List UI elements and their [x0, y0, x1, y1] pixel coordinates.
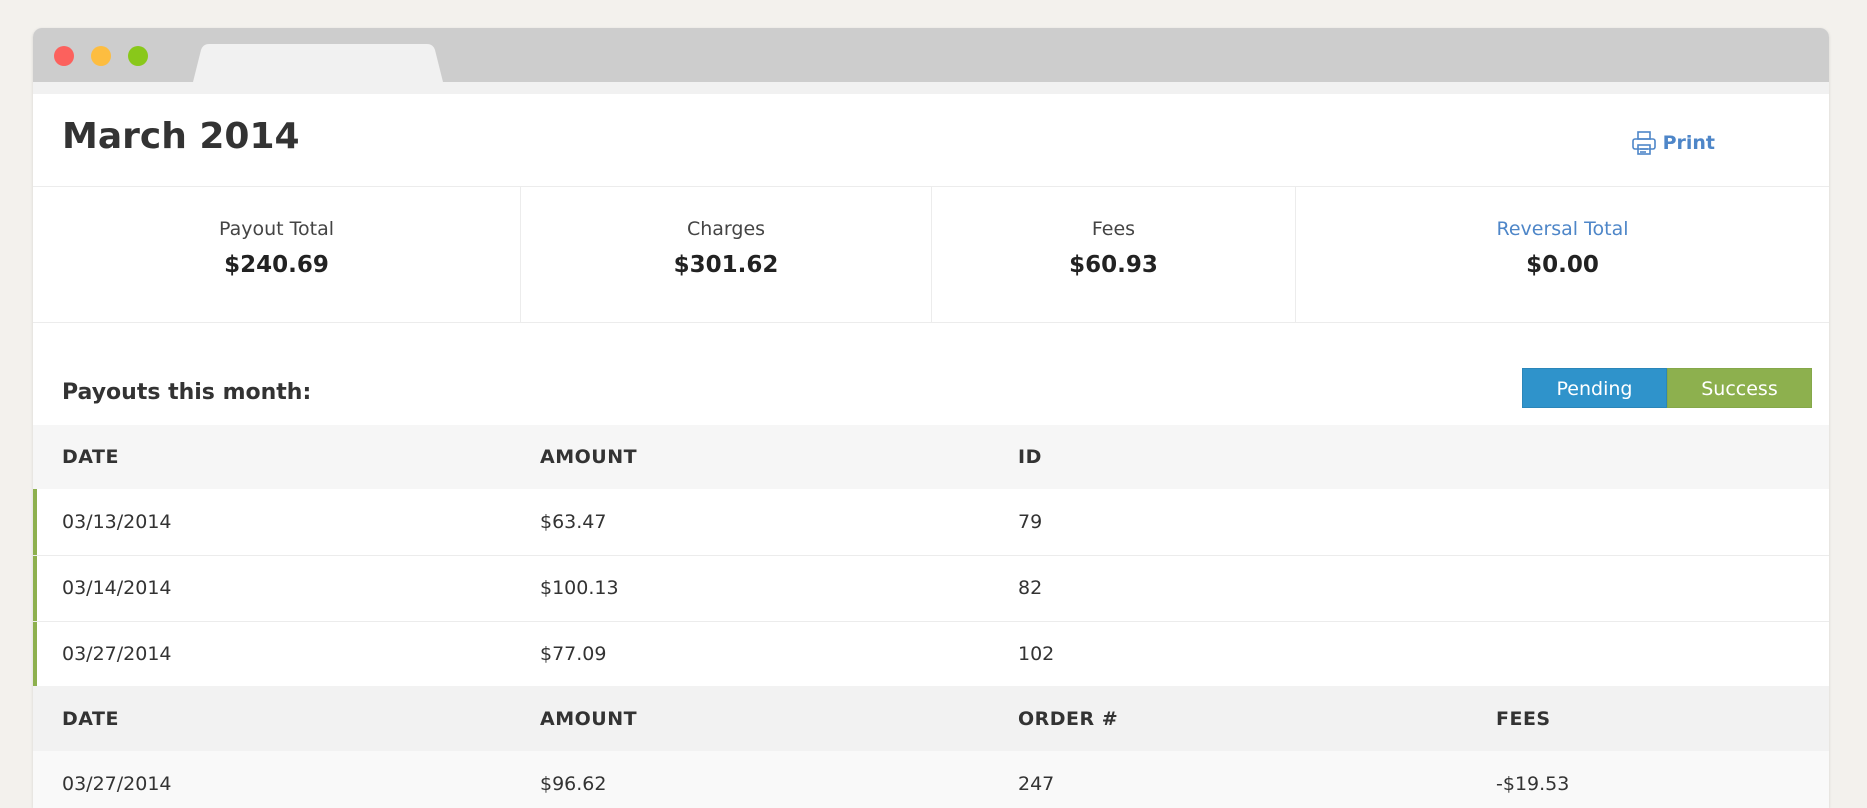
column-header-date[interactable]: DATE — [33, 686, 511, 751]
summary-value: $240.69 — [224, 252, 329, 278]
table-row[interactable]: 03/13/2014 $63.47 79 — [33, 489, 1829, 555]
table-header-row: DATE AMOUNT ORDER # FEES — [33, 686, 1829, 751]
summary-label: Charges — [686, 218, 766, 240]
browser-tab[interactable] — [193, 44, 443, 82]
cell-id: 82 — [1018, 577, 1043, 599]
page-header: March 2014 Print — [33, 94, 1829, 187]
table-row[interactable]: 03/14/2014 $100.13 82 — [33, 555, 1829, 621]
printer-icon — [1631, 130, 1657, 156]
summary-reversal-total: Reversal Total $0.00 — [1295, 186, 1829, 322]
print-label: Print — [1662, 132, 1715, 154]
table-row[interactable]: 03/27/2014 $96.62 247 -$19.53 — [33, 751, 1829, 808]
cell-amount: $77.09 — [540, 643, 607, 665]
summary-label: Payout Total — [218, 218, 335, 240]
cell-date: 03/27/2014 — [33, 621, 511, 687]
summary-charges: Charges $301.62 — [520, 186, 931, 322]
cell-date: 03/13/2014 — [33, 489, 511, 555]
payouts-table: DATE AMOUNT ID 03/13/2014 $63.47 79 03/1… — [33, 425, 1829, 688]
print-button[interactable]: Print — [1631, 130, 1715, 156]
column-header-amount[interactable]: AMOUNT — [511, 425, 989, 489]
column-header-amount[interactable]: AMOUNT — [511, 686, 989, 751]
table-row[interactable]: 03/27/2014 $77.09 102 — [33, 621, 1829, 687]
cell-date: 03/14/2014 — [33, 555, 511, 621]
cell-amount: $96.62 — [540, 772, 607, 795]
table-header-row: DATE AMOUNT ID — [33, 425, 1829, 489]
cell-id: 79 — [1018, 510, 1043, 533]
minimize-window-button[interactable] — [91, 46, 111, 66]
column-header-date[interactable]: DATE — [33, 425, 511, 489]
column-header-id[interactable]: ID — [989, 425, 1829, 489]
column-header-fees[interactable]: FEES — [1467, 686, 1829, 751]
summary-value: $60.93 — [1069, 252, 1158, 278]
cell-amount: $63.47 — [540, 510, 607, 533]
success-filter-button[interactable]: Success — [1667, 368, 1812, 408]
summary-value: $301.62 — [673, 252, 779, 278]
summary-bar: Payout Total $240.69 Charges $301.62 Fee… — [33, 186, 1829, 323]
page-title: March 2014 — [62, 116, 300, 157]
cell-order: 247 — [1018, 772, 1055, 795]
payouts-title: Payouts this month: — [62, 380, 312, 405]
column-header-order[interactable]: ORDER # — [989, 686, 1467, 751]
status-filter: Pending Success — [1522, 368, 1812, 408]
tab-strip — [33, 82, 1829, 94]
cell-id: 102 — [1018, 643, 1055, 665]
zoom-window-button[interactable] — [128, 46, 148, 66]
summary-value: $0.00 — [1526, 252, 1599, 278]
cell-date: 03/27/2014 — [62, 772, 172, 795]
payouts-header: Payouts this month: Pending Success — [33, 322, 1829, 425]
summary-label: Fees — [1091, 218, 1136, 240]
pending-filter-button[interactable]: Pending — [1522, 368, 1667, 408]
summary-payout-total: Payout Total $240.69 — [33, 186, 520, 322]
close-window-button[interactable] — [54, 46, 74, 66]
window-chrome — [33, 28, 1829, 82]
summary-fees: Fees $60.93 — [931, 186, 1295, 322]
cell-amount: $100.13 — [540, 577, 619, 599]
payout-details-table: DATE AMOUNT ORDER # FEES 03/27/2014 $96.… — [33, 686, 1829, 808]
reversal-total-link[interactable]: Reversal Total — [1296, 218, 1829, 240]
browser-window: March 2014 Print Payout Total $240.69 Ch… — [33, 28, 1829, 808]
cell-fees: -$19.53 — [1496, 772, 1570, 795]
